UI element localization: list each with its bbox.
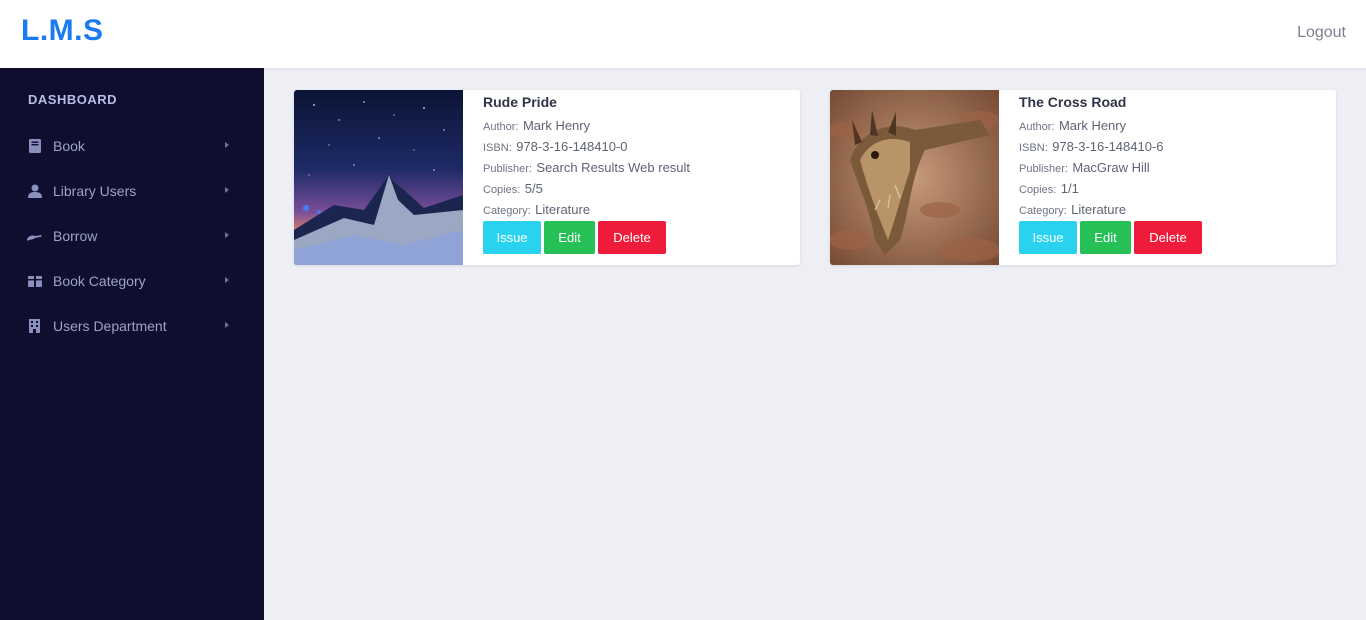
book-card: Rude Pride Author: Mark Henry ISBN: 978-… — [294, 90, 800, 265]
sidebar-item-book[interactable]: Book — [0, 123, 264, 168]
book-cover-image — [294, 90, 463, 265]
category-value: Literature — [1071, 202, 1127, 217]
building-icon — [27, 318, 42, 333]
caret-right-icon — [225, 187, 229, 193]
caret-right-icon — [225, 142, 229, 148]
isbn-value: 978-3-16-148410-6 — [1052, 139, 1164, 154]
top-navbar: L.M.S Logout — [0, 0, 1366, 68]
field-separator: : — [517, 184, 521, 196]
field-label: Copies — [1019, 184, 1054, 196]
sidebar-item-users-department[interactable]: Users Department — [0, 303, 264, 348]
hand-icon — [27, 228, 42, 243]
brand-logo[interactable]: L.M.S — [21, 14, 104, 48]
delete-button[interactable]: Delete — [1134, 221, 1202, 254]
field-label: Author — [1019, 121, 1052, 133]
book-actions: Issue Edit Delete — [1019, 221, 1202, 254]
field-separator: : — [508, 142, 512, 154]
field-label: ISBN — [483, 142, 509, 154]
category-value: Literature — [535, 202, 591, 217]
copies-value: 1/1 — [1060, 181, 1079, 196]
publisher-row: Publisher: MacGraw Hill — [1019, 159, 1150, 177]
publisher-value: MacGraw Hill — [1072, 160, 1150, 175]
sidebar-item-label: Library Users — [53, 182, 137, 199]
book-title: The Cross Road — [1019, 94, 1127, 110]
sidebar-item-library-users[interactable]: Library Users — [0, 168, 264, 213]
author-row: Author: Mark Henry — [483, 117, 590, 135]
logout-link[interactable]: Logout — [1297, 24, 1346, 42]
isbn-row: ISBN: 978-3-16-148410-6 — [1019, 138, 1164, 156]
sidebar-item-borrow[interactable]: Borrow — [0, 213, 264, 258]
delete-button[interactable]: Delete — [598, 221, 666, 254]
copies-value: 5/5 — [524, 181, 543, 196]
sidebar-item-label: Book — [53, 137, 85, 154]
book-title: Rude Pride — [483, 94, 557, 110]
caret-right-icon — [225, 232, 229, 238]
isbn-row: ISBN: 978-3-16-148410-0 — [483, 138, 628, 156]
category-row: Category: Literature — [1019, 201, 1126, 219]
field-label: Category — [483, 205, 528, 217]
category-row: Category: Literature — [483, 201, 590, 219]
sidebar-item-label: Book Category — [53, 272, 146, 289]
sidebar-item-book-category[interactable]: Book Category — [0, 258, 264, 303]
field-label: Copies — [483, 184, 518, 196]
book-cover-image — [830, 90, 999, 265]
field-label: Author — [483, 121, 516, 133]
author-value: Mark Henry — [522, 118, 591, 133]
publisher-row: Publisher: Search Results Web result — [483, 159, 690, 177]
sidebar-nav: Book Library Users Borrow Book Category — [0, 123, 264, 348]
field-separator: : — [1044, 142, 1048, 154]
book-icon — [27, 138, 42, 153]
sidebar-item-label: Users Department — [53, 317, 167, 334]
field-label: Category — [1019, 205, 1064, 217]
sidebar-heading: DASHBOARD — [28, 92, 117, 107]
field-label: ISBN — [1019, 142, 1045, 154]
copies-row: Copies: 5/5 — [483, 180, 543, 198]
author-value: Mark Henry — [1058, 118, 1127, 133]
caret-right-icon — [225, 277, 229, 283]
issue-button[interactable]: Issue — [1019, 221, 1077, 254]
copies-row: Copies: 1/1 — [1019, 180, 1079, 198]
field-separator: : — [527, 205, 531, 217]
edit-button[interactable]: Edit — [544, 221, 595, 254]
caret-right-icon — [225, 322, 229, 328]
edit-button[interactable]: Edit — [1080, 221, 1131, 254]
sidebar-item-label: Borrow — [53, 227, 98, 244]
book-actions: Issue Edit Delete — [483, 221, 666, 254]
field-label: Publisher — [1019, 163, 1065, 175]
user-icon — [27, 183, 42, 198]
isbn-value: 978-3-16-148410-0 — [516, 139, 628, 154]
field-separator: : — [1064, 163, 1068, 175]
field-label: Publisher — [483, 163, 529, 175]
sidebar: DASHBOARD Book Library Users Borrow Book… — [0, 68, 264, 620]
field-separator: : — [1051, 121, 1055, 133]
field-separator: : — [1053, 184, 1057, 196]
issue-button[interactable]: Issue — [483, 221, 541, 254]
author-row: Author: Mark Henry — [1019, 117, 1126, 135]
book-card: The Cross Road Author: Mark Henry ISBN: … — [830, 90, 1336, 265]
publisher-value: Search Results Web result — [536, 160, 691, 175]
field-separator: : — [1063, 205, 1067, 217]
field-separator: : — [528, 163, 532, 175]
box-icon — [27, 273, 42, 288]
field-separator: : — [515, 121, 519, 133]
